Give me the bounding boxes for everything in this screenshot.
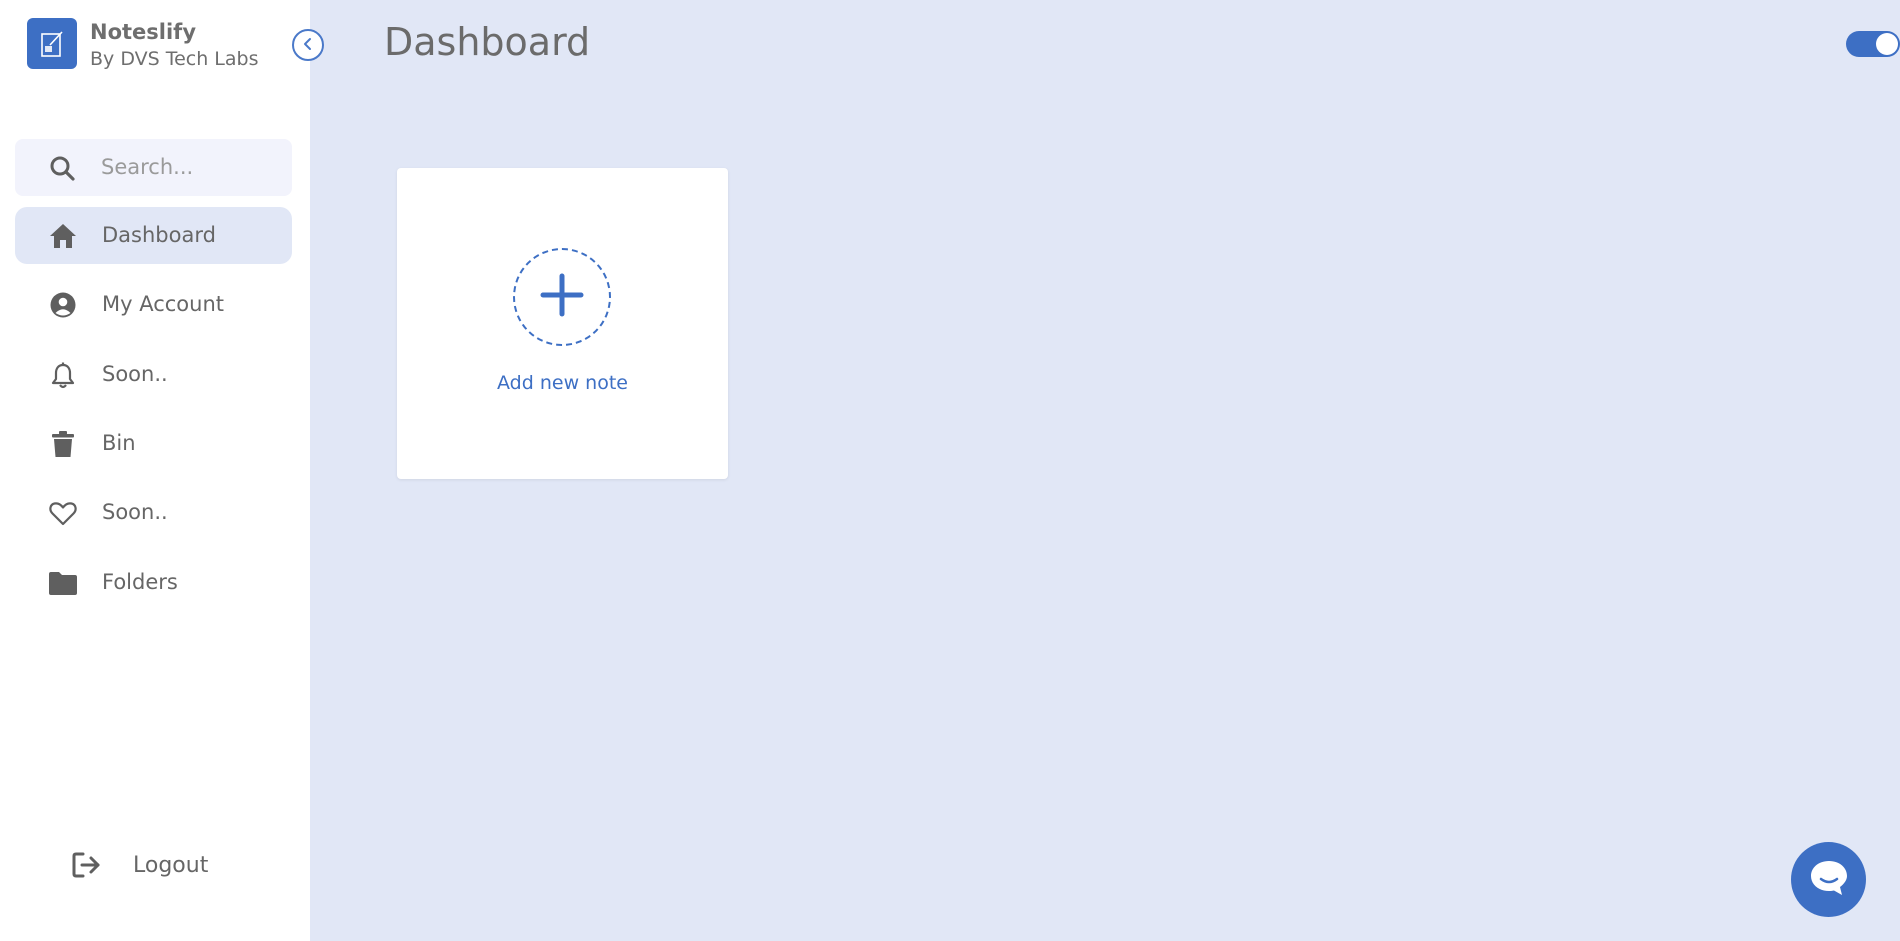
search-box[interactable] — [15, 139, 292, 196]
logout-label: Logout — [133, 852, 209, 878]
sidebar-item-bin[interactable]: Bin — [15, 415, 292, 472]
sidebar-item-my-account[interactable]: My Account — [15, 276, 292, 333]
search-input[interactable] — [101, 149, 281, 185]
brand-text: Noteslify By DVS Tech Labs — [90, 19, 259, 73]
collapse-sidebar-button[interactable] — [292, 29, 324, 61]
sidebar-item-label: My Account — [102, 292, 225, 316]
brand-name: Noteslify — [90, 20, 197, 44]
page-title: Dashboard — [384, 20, 591, 64]
bell-icon — [49, 361, 77, 389]
chevron-left-icon — [301, 36, 315, 55]
sidebar-item-label: Folders — [102, 570, 178, 594]
folder-icon — [49, 569, 77, 597]
brand-subtitle: By DVS Tech Labs — [90, 48, 259, 70]
sidebar-item-label: Soon.. — [102, 500, 168, 524]
sidebar-item-dashboard[interactable]: Dashboard — [15, 207, 292, 264]
chat-button[interactable] — [1791, 842, 1866, 917]
sidebar-item-label: Soon.. — [102, 362, 168, 386]
toggle-knob — [1876, 33, 1898, 55]
plus-icon — [540, 273, 584, 321]
sidebar-item-label: Bin — [102, 431, 136, 455]
sidebar-item-folders[interactable]: Folders — [15, 554, 292, 611]
search-icon — [49, 155, 75, 181]
add-note-circle — [513, 248, 611, 346]
user-circle-icon — [49, 291, 77, 319]
sidebar-item-soon-favorites[interactable]: Soon.. — [15, 484, 292, 541]
logout-icon — [72, 850, 104, 880]
chat-bubble-icon — [1809, 859, 1849, 901]
heart-icon — [49, 499, 77, 527]
note-pencil-icon — [27, 18, 77, 69]
app: Noteslify By DVS Tech Labs Dashboard — [0, 0, 1900, 941]
sidebar-item-soon-notifications[interactable]: Soon.. — [15, 346, 292, 403]
theme-toggle[interactable] — [1846, 31, 1900, 57]
brand[interactable]: Noteslify By DVS Tech Labs — [27, 18, 259, 73]
add-new-note-label: Add new note — [497, 372, 628, 394]
trash-icon — [49, 430, 77, 458]
sidebar-item-label: Dashboard — [102, 223, 216, 247]
home-icon — [49, 222, 77, 250]
logout-button[interactable]: Logout — [72, 848, 232, 882]
sidebar: Noteslify By DVS Tech Labs Dashboard — [0, 0, 310, 941]
add-new-note-card[interactable]: Add new note — [397, 168, 728, 479]
